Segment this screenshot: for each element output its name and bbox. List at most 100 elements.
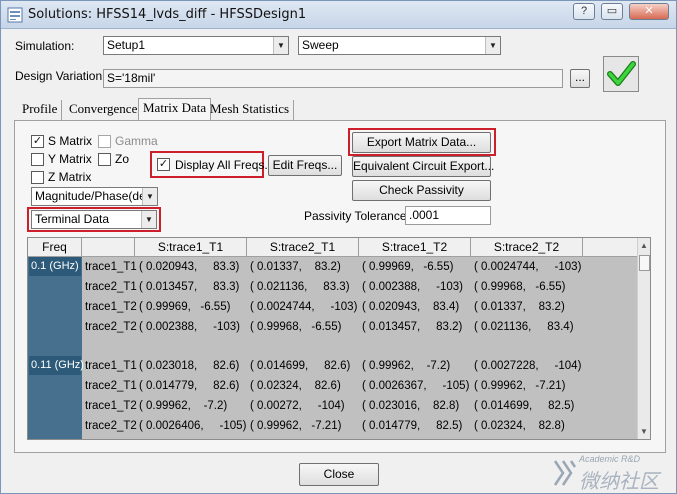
- sweep-select-value: Sweep: [302, 38, 339, 52]
- y-matrix-checkbox[interactable]: [31, 153, 44, 166]
- tab-profile[interactable]: Profile: [18, 100, 63, 120]
- design-variation-field: S='18mil': [103, 69, 563, 88]
- table-cell: ( 0.99962, -7.2): [362, 360, 451, 372]
- equivalent-circuit-export-button[interactable]: Equivalent Circuit Export...: [352, 156, 494, 177]
- header-s-trace1-t1[interactable]: S:trace1_T1: [135, 238, 247, 257]
- display-all-freqs-checkbox[interactable]: ✓: [157, 158, 170, 171]
- table-cell: ( 0.0026406, -105): [139, 420, 247, 432]
- table-cell: ( 0.99968, -6.55): [250, 321, 342, 333]
- table-cell: ( 0.02324, 82.8): [474, 420, 565, 432]
- checkmark-icon: [607, 61, 636, 86]
- design-variation-value: S='18mil': [107, 71, 156, 85]
- data-type-select-value: Terminal Data: [35, 212, 110, 226]
- table-cell: ( 0.020943, 83.3): [139, 261, 240, 273]
- table-cell: ( 0.023016, 82.8): [362, 400, 460, 412]
- table-cell: ( 0.014779, 82.6): [139, 380, 240, 392]
- app-icon: [7, 7, 23, 23]
- table-cell: ( 0.014779, 82.5): [362, 420, 463, 432]
- table-cell: ( 0.020943, 83.4): [362, 301, 460, 313]
- close-window-icon[interactable]: ✕: [629, 3, 669, 20]
- table-cell: ( 0.0024744, -103): [474, 261, 582, 273]
- table-cell: ( 0.01337, 83.2): [250, 261, 341, 273]
- display-all-freqs-label: Display All Freqs.: [175, 158, 268, 172]
- help-icon[interactable]: ?: [573, 3, 595, 20]
- export-matrix-data-button[interactable]: Export Matrix Data...: [352, 132, 491, 153]
- tab-convergence[interactable]: Convergence: [65, 100, 143, 120]
- close-button[interactable]: Close: [299, 463, 379, 486]
- header-s-trace1-t2[interactable]: S:trace1_T2: [359, 238, 471, 257]
- table-cell: ( 0.99962, -7.2): [139, 400, 228, 412]
- table-cell: ( 0.00272, -104): [250, 400, 345, 412]
- table-cell: ( 0.014699, 82.5): [474, 400, 575, 412]
- table-cell: ( 0.023018, 82.6): [139, 360, 240, 372]
- table-cell: ( 0.021136, 83.3): [250, 281, 350, 293]
- row-label: trace2_T1: [85, 281, 137, 293]
- format-select[interactable]: Magnitude/Phase(deg ▼: [31, 187, 158, 206]
- grid-body: 0.1 (GHz) 0.11 (GHz) trace1_T1 ( 0.02094…: [28, 257, 637, 439]
- freq-column: [28, 257, 82, 439]
- passivity-tolerance-input[interactable]: .0001: [405, 206, 491, 225]
- row-label: trace1_T1: [85, 261, 137, 273]
- simulation-label: Simulation:: [15, 39, 75, 53]
- solved-status-indicator: [603, 56, 639, 92]
- zo-checkbox[interactable]: [98, 153, 111, 166]
- passivity-tolerance-label: Passivity Tolerance:: [304, 209, 410, 223]
- row-label: trace2_T1: [85, 380, 137, 392]
- check-passivity-button[interactable]: Check Passivity: [352, 180, 491, 201]
- window-title: Solutions: HFSS14_lvds_diff - HFSSDesign…: [28, 7, 307, 22]
- scroll-down-icon[interactable]: ▼: [640, 427, 648, 436]
- row-label: trace2_T2: [85, 420, 137, 432]
- table-cell: ( 0.01337, 83.2): [474, 301, 565, 313]
- setup-select-value: Setup1: [107, 38, 146, 52]
- s-matrix-checkbox[interactable]: ✓: [31, 135, 44, 148]
- table-cell: ( 0.99968, -6.55): [474, 281, 566, 293]
- table-cell: ( 0.013457, 83.2): [362, 321, 463, 333]
- format-select-value: Magnitude/Phase(deg: [35, 189, 153, 203]
- chevron-down-icon[interactable]: ▼: [485, 37, 500, 54]
- table-cell: ( 0.021136, 83.4): [474, 321, 574, 333]
- grid-vertical-scrollbar[interactable]: ▲ ▼: [637, 238, 650, 439]
- scroll-up-icon[interactable]: ▲: [640, 241, 648, 250]
- scrollbar-thumb[interactable]: [639, 255, 650, 271]
- y-matrix-label: Y Matrix: [48, 152, 92, 166]
- table-cell: ( 0.002388, -103): [139, 321, 241, 333]
- sweep-select[interactable]: Sweep ▼: [298, 36, 501, 55]
- design-variation-browse-button[interactable]: ...: [570, 69, 590, 88]
- table-cell: ( 0.99969, -6.55): [139, 301, 231, 313]
- z-matrix-label: Z Matrix: [48, 170, 92, 184]
- row-label: trace1_T2: [85, 400, 137, 412]
- z-matrix-checkbox[interactable]: [31, 171, 44, 184]
- table-cell: ( 0.013457, 83.3): [139, 281, 240, 293]
- watermark-line1: Academic R&D: [579, 454, 641, 464]
- header-s-trace2-t2[interactable]: S:trace2_T2: [471, 238, 583, 257]
- edit-freqs-button[interactable]: Edit Freqs...: [268, 155, 342, 176]
- tab-mesh-statistics[interactable]: Mesh Statistics: [206, 100, 295, 120]
- design-variation-label: Design Variation:: [15, 69, 106, 83]
- row-label: trace1_T1: [85, 360, 137, 372]
- matrix-data-grid[interactable]: Freq S:trace1_T1 S:trace2_T1 S:trace1_T2…: [27, 237, 651, 440]
- tab-matrix-data[interactable]: Matrix Data: [138, 98, 212, 121]
- freq-label[interactable]: 0.11 (GHz): [29, 356, 84, 375]
- header-s-trace2-t1[interactable]: S:trace2_T1: [247, 238, 359, 257]
- title-bar[interactable]: Solutions: HFSS14_lvds_diff - HFSSDesign…: [1, 1, 676, 29]
- freq-label[interactable]: 0.1 (GHz): [29, 257, 81, 276]
- setup-select[interactable]: Setup1 ▼: [103, 36, 289, 55]
- chevron-down-icon[interactable]: ▼: [142, 188, 157, 205]
- gamma-label: Gamma: [115, 134, 158, 148]
- passivity-tolerance-value: .0001: [409, 208, 440, 222]
- row-label: trace2_T2: [85, 321, 137, 333]
- table-cell: ( 0.0026367, -105): [362, 380, 470, 392]
- data-type-select[interactable]: Terminal Data ▼: [31, 210, 157, 229]
- logo-icon: [553, 460, 577, 486]
- chevron-down-icon[interactable]: ▼: [273, 37, 288, 54]
- row-label: trace1_T2: [85, 301, 137, 313]
- maximize-icon[interactable]: ▭: [601, 3, 623, 20]
- table-cell: ( 0.99969, -6.55): [362, 261, 454, 273]
- table-cell: ( 0.0027228, -104): [474, 360, 582, 372]
- header-freq[interactable]: Freq: [28, 238, 82, 257]
- table-cell: ( 0.99962, -7.21): [250, 420, 342, 432]
- s-matrix-label: S Matrix: [48, 134, 93, 148]
- grid-header: Freq S:trace1_T1 S:trace2_T1 S:trace1_T2…: [28, 238, 637, 257]
- chevron-down-icon[interactable]: ▼: [141, 211, 156, 228]
- zo-label: Zo: [115, 152, 130, 166]
